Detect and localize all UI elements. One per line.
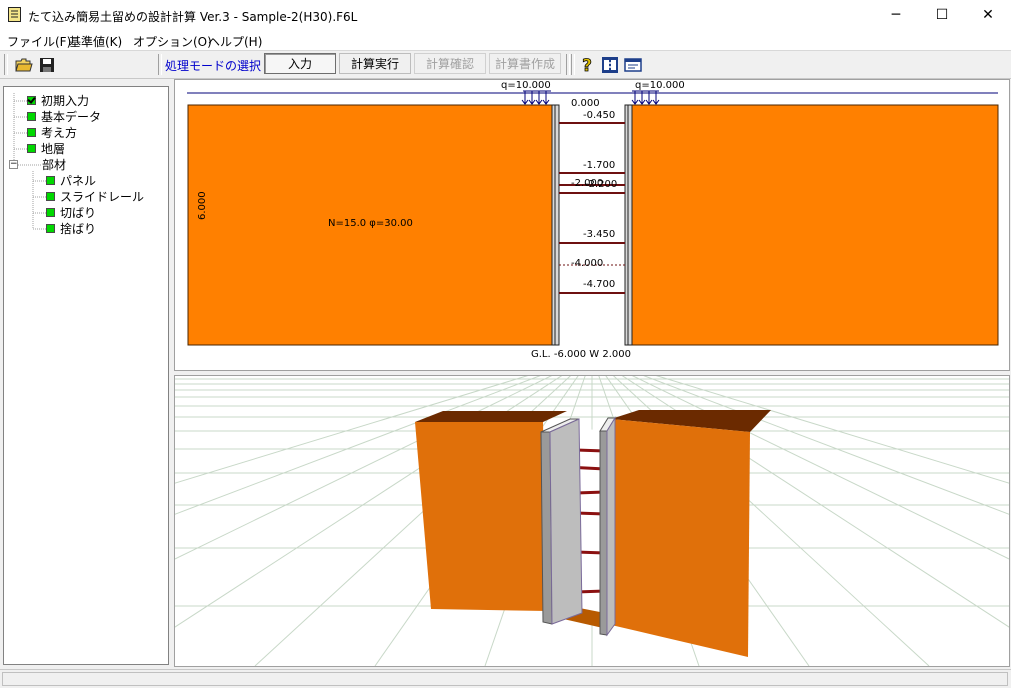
app-icon [8,7,21,22]
soil-3d-right-front [607,419,750,657]
depth-label-left: 6.000 [197,191,208,220]
maximize-button[interactable]: ☐ [919,0,965,30]
toolbar-grip [571,54,575,75]
level-label: -3.450 [583,229,616,240]
toolbar: 処理モードの選択 入力 計算実行 計算確認 計算書作成 ? [0,50,1011,79]
status-square-icon [27,128,36,137]
svg-text:?: ? [582,56,592,74]
tree-item-strata[interactable]: 地層 [27,141,65,156]
minimize-button[interactable]: ─ [873,0,919,30]
tree-item-label: 初期入力 [41,94,90,108]
panel-3d-right [599,430,608,636]
section-drawing [187,90,999,346]
mode-report-button[interactable]: 計算書作成 [489,53,561,74]
status-square-icon [46,208,55,217]
tree-item-waste-strut[interactable]: 捨ばり [46,221,96,236]
close-button[interactable]: ✕ [965,0,1011,30]
menu-help[interactable]: ヘルプ(H) [208,33,262,50]
tree-item-panel[interactable]: パネル [46,173,96,188]
input-tree: 初期入力 基本データ 考え方 地層 − 部材 パネル スライドレール 切ばり 捨… [3,86,169,665]
menu-options[interactable]: オプション(O) [133,33,212,50]
soil-3d-left-top [415,411,567,422]
check-icon [27,96,36,105]
mode-check-button[interactable]: 計算確認 [414,53,486,74]
load-label-left: q=10.000 [501,80,551,91]
soil-3d-left-front [415,422,547,611]
status-square-icon [27,144,36,153]
tree-item-approach[interactable]: 考え方 [27,125,77,140]
status-square-icon [46,224,55,233]
mode-select-label: 処理モードの選択 [165,59,262,73]
open-folder-icon[interactable] [13,54,35,75]
mode-calculate-button[interactable]: 計算実行 [339,53,411,74]
collapse-icon[interactable]: − [9,160,18,169]
level-label: 0.000 [571,98,600,109]
tree-item-basic-data[interactable]: 基本データ [27,109,101,124]
level-label: -1.700 [583,160,616,171]
status-cell [2,672,1008,686]
menu-standard-values[interactable]: 基準値(K) [69,33,122,50]
level-label: -0.450 [583,110,616,121]
menu-file[interactable]: ファイル(F) [7,33,71,50]
bottom-label: G.L. -6.000 W 2.000 [531,349,631,360]
load-label-right: q=10.000 [635,80,685,91]
tree-item-label: 基本データ [41,110,102,124]
help-icon[interactable]: ? [576,54,598,75]
panel-3d-right-face [606,416,616,637]
level-label: -4.000 [571,258,604,269]
soil-block-right [631,104,999,346]
toolbar-grip [4,54,8,75]
status-square-icon [46,176,55,185]
section-view-2d[interactable]: q=10.000 q=10.000 6.000 N=15.0 φ=30.00 0… [174,79,1010,371]
model-view-3d[interactable] [174,375,1010,667]
window-title: たて込み簡易土留めの設計計算 Ver.3 - Sample-2(H30).F6L [28,10,358,24]
tree-item-members[interactable]: − 部材 [9,157,66,172]
tree-item-label: 考え方 [41,126,78,140]
tree-item-label: スライドレール [60,190,145,204]
level-label: -4.700 [583,279,616,290]
tree-item-slide-rail[interactable]: スライドレール [46,189,144,204]
toolbar-grip [566,54,570,75]
tree-item-initial-input[interactable]: 初期入力 [27,93,89,108]
panel-3d-left-face [549,418,583,625]
tree-item-label: パネル [60,174,97,188]
title-bar: たて込み簡易土留めの設計計算 Ver.3 - Sample-2(H30).F6L… [0,0,1011,30]
status-square-icon [27,112,36,121]
toolbar-grip [158,54,162,75]
model-icon[interactable] [599,54,621,75]
status-square-icon [46,192,55,201]
mode-input-button[interactable]: 入力 [264,53,336,74]
menu-bar: ファイル(F) 基準値(K) オプション(O) ヘルプ(H) [0,30,1011,50]
tree-item-label: 捨ばり [60,222,97,236]
tree-item-label: 切ばり [60,206,97,220]
status-bar [0,669,1011,688]
screen-icon[interactable] [622,54,644,75]
tree-item-label: 部材 [42,158,67,172]
model-3d-drawing [175,376,1009,666]
save-disk-icon[interactable] [36,54,58,75]
tree-item-strut[interactable]: 切ばり [46,205,96,220]
tree-item-label: 地層 [41,142,66,156]
soil-label: N=15.0 φ=30.00 [328,218,413,229]
level-label: -2.200 [585,179,618,190]
